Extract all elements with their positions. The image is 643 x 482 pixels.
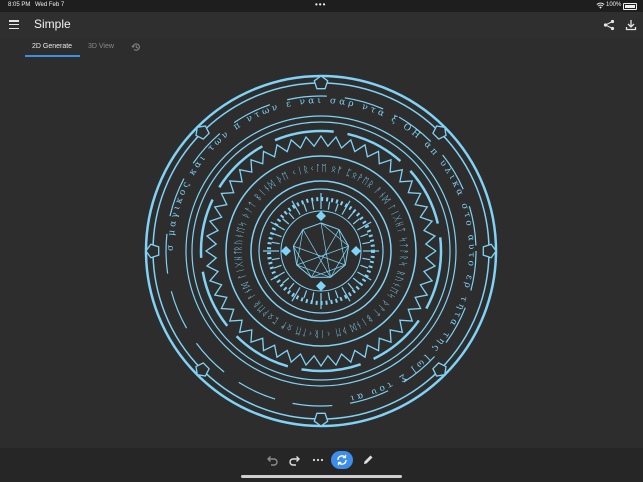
active-tab-indicator <box>25 55 80 57</box>
app-bar: Simple <box>0 12 643 39</box>
radial-tick <box>303 290 308 299</box>
radial-tick <box>362 241 371 245</box>
history-icon[interactable] <box>131 42 141 52</box>
radial-tick <box>360 233 369 238</box>
radial-tick <box>352 277 360 284</box>
download-icon[interactable] <box>625 19 637 31</box>
multitasking-dots[interactable]: ••• <box>315 0 326 9</box>
home-indicator[interactable] <box>241 475 402 478</box>
share-icon[interactable] <box>603 19 615 31</box>
center-polygon <box>292 222 350 278</box>
radial-tick <box>327 201 331 210</box>
status-date: Wed Feb 7 <box>35 2 65 8</box>
radial-tick <box>347 282 354 290</box>
radial-tick <box>362 257 371 261</box>
star-line <box>320 222 349 247</box>
pentagon-node <box>145 243 160 259</box>
diamond-marker <box>316 281 326 291</box>
more-icon[interactable] <box>311 453 325 467</box>
diamond-marker <box>316 211 326 221</box>
battery-icon <box>623 3 637 10</box>
radial-tick <box>273 264 282 269</box>
tab-2d-generate[interactable]: 2D Generate <box>32 43 72 50</box>
menu-icon[interactable] <box>9 20 19 30</box>
rune-band-outer <box>225 155 417 347</box>
radial-tick <box>303 203 308 212</box>
pentagon-node <box>482 243 497 259</box>
tab-bar: 2D Generate 3D View <box>0 39 643 58</box>
pentagon-node <box>313 412 329 427</box>
radial-tick <box>311 292 315 301</box>
generation-canvas[interactable]: σ μαγικος και των π ντων ε ναι σαρ ντα ξ… <box>0 58 643 448</box>
battery-percent: 100% <box>606 2 622 8</box>
star-line <box>296 264 331 278</box>
bottom-toolbar <box>0 448 643 482</box>
radial-tick <box>352 218 360 225</box>
radial-tick <box>360 264 369 269</box>
radial-tick <box>288 212 295 220</box>
radial-tick <box>271 241 280 245</box>
tab-3d-view[interactable]: 3D View <box>88 43 114 50</box>
page-title: Simple <box>34 17 71 31</box>
star-line <box>293 245 346 266</box>
magic-circle: σ μαγικος και των π ντων ε ναι σαρ ντα ξ… <box>0 58 498 428</box>
undo-icon[interactable] <box>265 453 279 467</box>
radial-tick <box>334 290 339 299</box>
star-line <box>311 264 346 278</box>
pentagon-node <box>313 75 329 90</box>
radial-tick <box>271 257 280 261</box>
diamond-marker <box>351 246 361 256</box>
diamond-marker <box>281 246 291 256</box>
radial-tick <box>341 200 351 215</box>
radial-tick <box>282 277 290 284</box>
outer-inscription: σ μαγικος και των π ντων ε ναι σαρ ντα ξ… <box>166 96 476 404</box>
radial-tick <box>327 292 331 301</box>
status-bar: 8:05 PM Wed Feb 7 ••• 100% <box>0 0 643 12</box>
regenerate-icon[interactable] <box>331 451 353 469</box>
wifi-icon <box>596 2 605 9</box>
star-line <box>296 245 349 266</box>
text-band-ring-inner <box>191 121 451 381</box>
radial-tick <box>357 271 372 281</box>
radial-tick <box>334 203 339 212</box>
edit-icon[interactable] <box>361 453 375 467</box>
radial-tick <box>288 282 295 290</box>
redo-icon[interactable] <box>288 453 302 467</box>
radial-tick <box>282 218 290 225</box>
radial-tick <box>347 212 354 220</box>
radial-tick <box>311 201 315 210</box>
status-time: 8:05 PM <box>8 2 31 8</box>
radial-tick <box>273 233 282 238</box>
